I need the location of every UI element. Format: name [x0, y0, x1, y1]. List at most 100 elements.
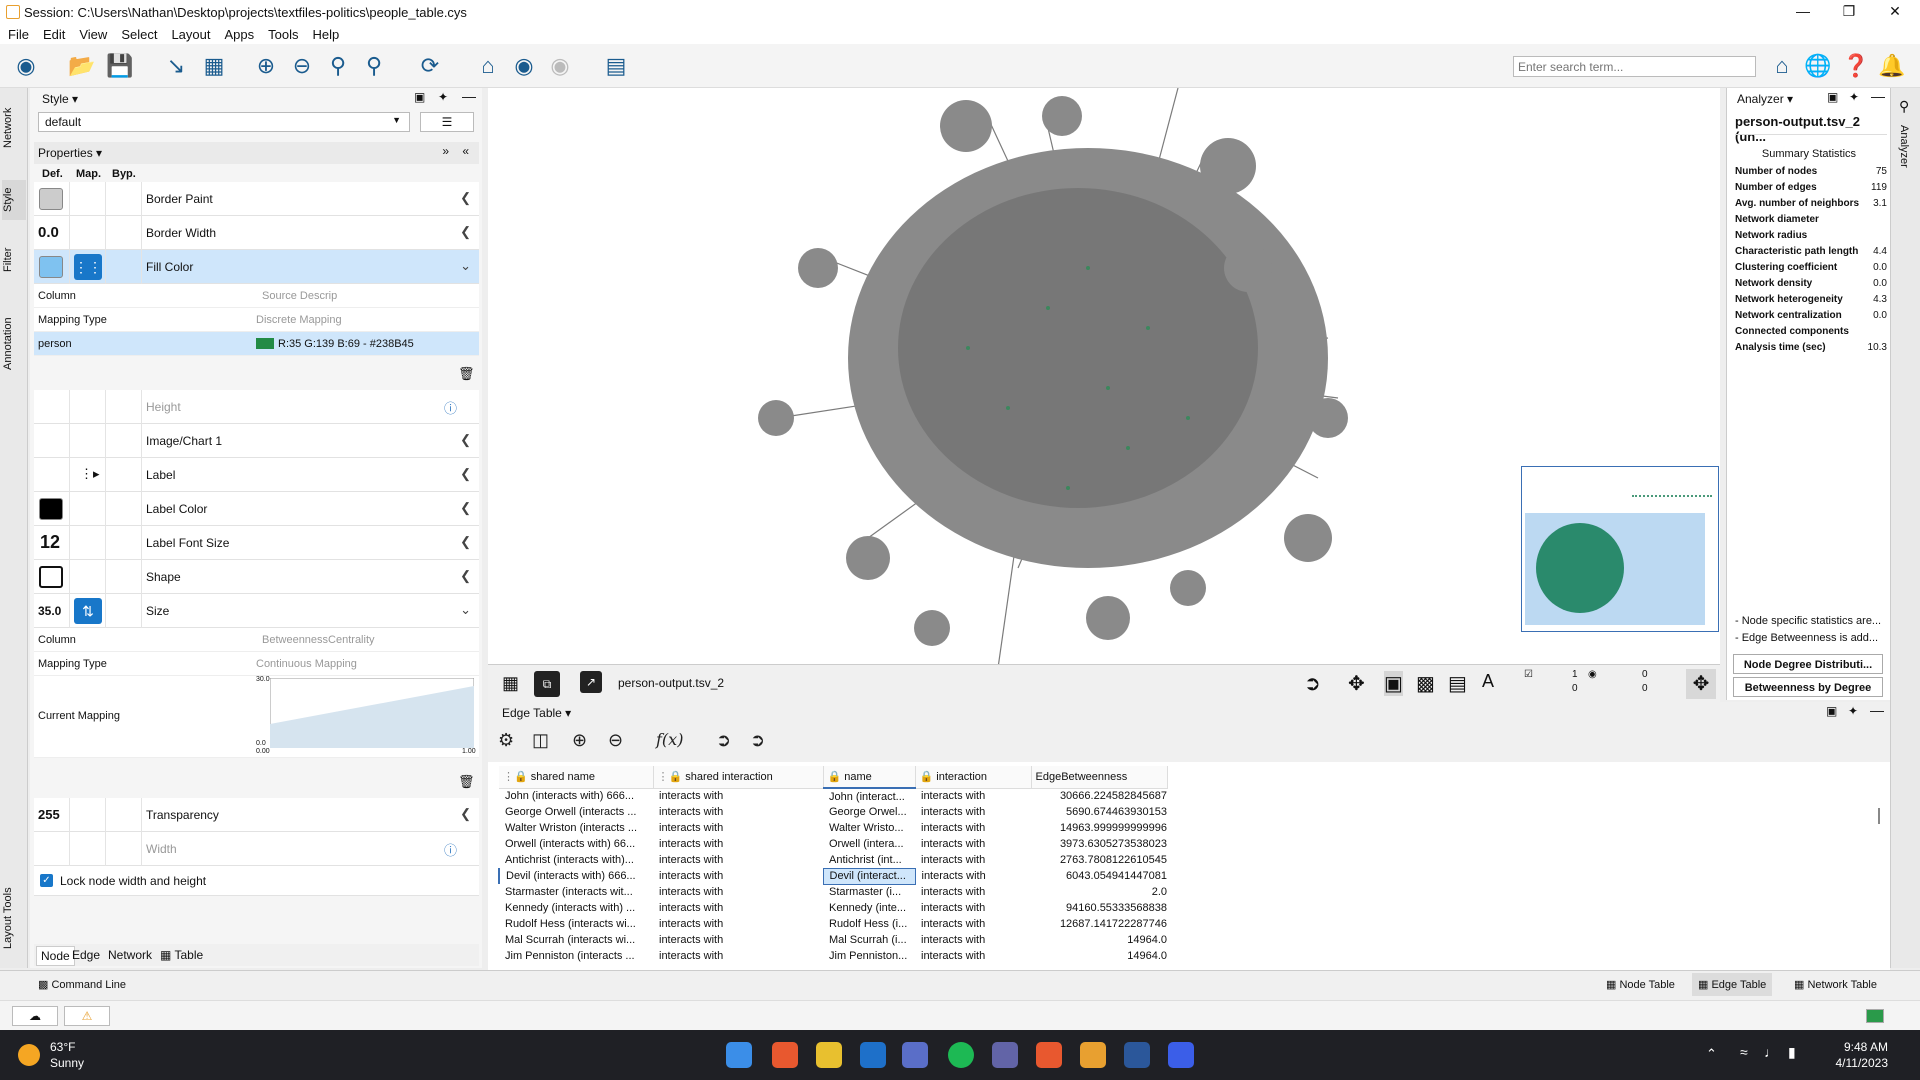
export-table-icon[interactable]: ➲	[750, 730, 765, 751]
cloud-icon[interactable]: ☁	[12, 1006, 58, 1026]
panel-minimize-icon[interactable]: —	[1870, 702, 1884, 718]
analyzer-tab-icon[interactable]: ⚲	[1899, 98, 1909, 115]
cell[interactable]: Mal Scurrah (i...	[823, 932, 915, 948]
cell[interactable]: George Orwell (interacts ...	[499, 804, 653, 820]
prop-transparency[interactable]: 255 Transparency ❮	[34, 798, 479, 832]
weather-condition[interactable]: Sunny	[50, 1056, 84, 1070]
prop-label[interactable]: ⋮▸ Label ❮	[34, 458, 479, 492]
node-degree-distribution-button[interactable]: Node Degree Distributi...	[1733, 654, 1883, 674]
table-row[interactable]: Kennedy (interacts with) ... interacts wi…	[499, 900, 1167, 916]
close-button[interactable]: ✕	[1872, 0, 1918, 24]
prop-fill-color[interactable]: ⋮⋮ Fill Color ⌄	[34, 250, 479, 284]
table-row[interactable]: Antichrist (interacts with)... interacts …	[499, 852, 1167, 868]
tab-analyzer[interactable]: Analyzer	[1898, 116, 1910, 176]
tab-layout-tools[interactable]: Layout Tools	[2, 878, 26, 958]
passthrough-mapping-icon[interactable]: ⋮▸	[80, 466, 100, 482]
cell[interactable]: interacts with	[653, 948, 823, 964]
import-network-icon[interactable]: ↘	[162, 52, 190, 80]
cell[interactable]: 94160.55333568838	[1031, 900, 1167, 916]
spotify-icon[interactable]	[948, 1042, 974, 1068]
table-row[interactable]: Mal Scurrah (interacts wi... interacts wi…	[499, 932, 1167, 948]
table-row[interactable]: Orwell (interacts with) 66... interacts w…	[499, 836, 1167, 852]
cell[interactable]: interacts with	[915, 804, 1031, 820]
cell[interactable]: Jim Penniston (interacts ...	[499, 948, 653, 964]
function-builder-icon[interactable]: f(x)	[656, 730, 683, 749]
fill-color-swatch[interactable]	[39, 256, 63, 278]
cell[interactable]: interacts with	[915, 916, 1031, 932]
current-mapping-row[interactable]: Current Mapping 30.0 0.0 0.00 1.00	[34, 676, 479, 758]
cell[interactable]: interacts with	[653, 916, 823, 932]
app-icon[interactable]	[902, 1042, 928, 1068]
cell[interactable]: interacts with	[915, 788, 1031, 804]
show-icon[interactable]: ◉	[546, 52, 574, 80]
navigator-icon[interactable]: ✥	[1686, 669, 1716, 699]
cell[interactable]: interacts with	[653, 868, 823, 884]
prop-image-chart[interactable]: Image/Chart 1 ❮	[34, 424, 479, 458]
cell[interactable]: Devil (interact...	[822, 867, 916, 885]
cell[interactable]: interacts with	[915, 868, 1031, 884]
mapping-type-value[interactable]: Discrete Mapping	[256, 314, 342, 326]
select-nodes-icon[interactable]: ▣	[1384, 671, 1403, 696]
cell[interactable]: Walter Wristo...	[823, 820, 915, 836]
col-shared-interaction[interactable]: ⋮🔒 shared interaction	[653, 766, 824, 789]
border-width-value[interactable]: 0.0	[38, 224, 59, 241]
prop-border-width[interactable]: 0.0 Border Width ❮	[34, 216, 479, 250]
cell[interactable]: 3973.6305273538023	[1031, 836, 1167, 852]
trash-icon[interactable]: 🗑	[458, 366, 475, 382]
cell[interactable]: interacts with	[915, 852, 1031, 868]
cell[interactable]: 12687.141722287746	[1031, 916, 1167, 932]
panel-float-icon[interactable]: ▣	[414, 90, 425, 104]
table-row[interactable]: John (interacts with) 666... interacts wi…	[499, 788, 1167, 804]
menu-apps[interactable]: Apps	[225, 27, 255, 42]
size-value[interactable]: 35.0	[38, 604, 61, 618]
panel-float-icon[interactable]: ▣	[1827, 90, 1838, 104]
label-color-swatch[interactable]	[39, 498, 63, 520]
volume-icon[interactable]: ♩	[1764, 1044, 1778, 1060]
search-input[interactable]	[1513, 56, 1756, 77]
table-row[interactable]: George Orwell (interacts ... interacts wi…	[499, 804, 1167, 820]
fill-mapping-entry-row[interactable]: person R:35 G:139 B:69 - #238B45	[34, 332, 479, 356]
table-row[interactable]: Jim Penniston (interacts ... interacts wi…	[499, 948, 1167, 964]
font-size-value[interactable]: 12	[40, 532, 60, 553]
prop-size[interactable]: 35.0 ⇅ Size ⌄	[34, 594, 479, 628]
mapping-column-value[interactable]: BetweennessCentrality	[262, 634, 375, 646]
node-table-tab[interactable]: ▦ Node Table	[1606, 978, 1675, 991]
col-name[interactable]: 🔒 name	[823, 766, 916, 789]
delete-column-icon[interactable]: ⊖	[608, 730, 623, 751]
border-paint-swatch[interactable]	[39, 188, 63, 210]
prop-border-paint[interactable]: Border Paint ❮	[34, 182, 479, 216]
cell[interactable]: Devil (interacts with) 666...	[498, 868, 653, 884]
import-table-icon[interactable]: ▦	[200, 52, 228, 80]
cell[interactable]: Kennedy (interacts with) ...	[499, 900, 653, 916]
tab-annotation[interactable]: Annotation	[2, 306, 26, 382]
battery-icon[interactable]: ▮	[1788, 1044, 1796, 1061]
discrete-mapping-icon[interactable]: ⋮⋮	[74, 254, 102, 280]
zoom-selected-icon[interactable]: ⚲	[360, 52, 388, 80]
fill-mapping-column-row[interactable]: Column Source Descrip	[34, 284, 479, 308]
pan-icon[interactable]: ✥	[1348, 671, 1365, 696]
help-icon[interactable]: ❓	[1842, 52, 1870, 80]
betweenness-by-degree-button[interactable]: Betweenness by Degree	[1733, 677, 1883, 697]
prop-width[interactable]: Width ⓘ	[34, 832, 479, 866]
col-edge-betweenness[interactable]: EdgeBetweenness	[1031, 766, 1168, 789]
cell[interactable]: 14963.999999999996	[1031, 820, 1167, 836]
network-table-tab[interactable]: ▦ Network Table	[1794, 978, 1877, 991]
add-column-icon[interactable]: ⊕	[572, 730, 587, 751]
cell[interactable]: interacts with	[915, 820, 1031, 836]
tab-node[interactable]: Node	[36, 946, 75, 966]
prop-height[interactable]: Height ⓘ	[34, 390, 479, 424]
home-network-icon[interactable]: ⌂	[474, 52, 502, 80]
brave-browser-icon[interactable]	[772, 1042, 798, 1068]
share-network-icon[interactable]: ⧉	[534, 671, 560, 697]
menu-view[interactable]: View	[79, 27, 107, 42]
tab-network-style[interactable]: Network	[108, 948, 152, 962]
warning-icon[interactable]: ⚠	[64, 1006, 110, 1026]
zoom-fit-icon[interactable]: ⚲	[324, 52, 352, 80]
weather-temp[interactable]: 63°F	[50, 1040, 75, 1054]
network-canvas[interactable]	[488, 87, 1720, 669]
collapse-all-icon[interactable]: »	[442, 144, 449, 158]
tab-edge[interactable]: Edge	[72, 948, 100, 962]
panel-pin-icon[interactable]: ✦	[1849, 90, 1859, 104]
chevron-left-icon[interactable]: ❮	[460, 432, 471, 448]
cell[interactable]: Orwell (interacts with) 66...	[499, 836, 653, 852]
